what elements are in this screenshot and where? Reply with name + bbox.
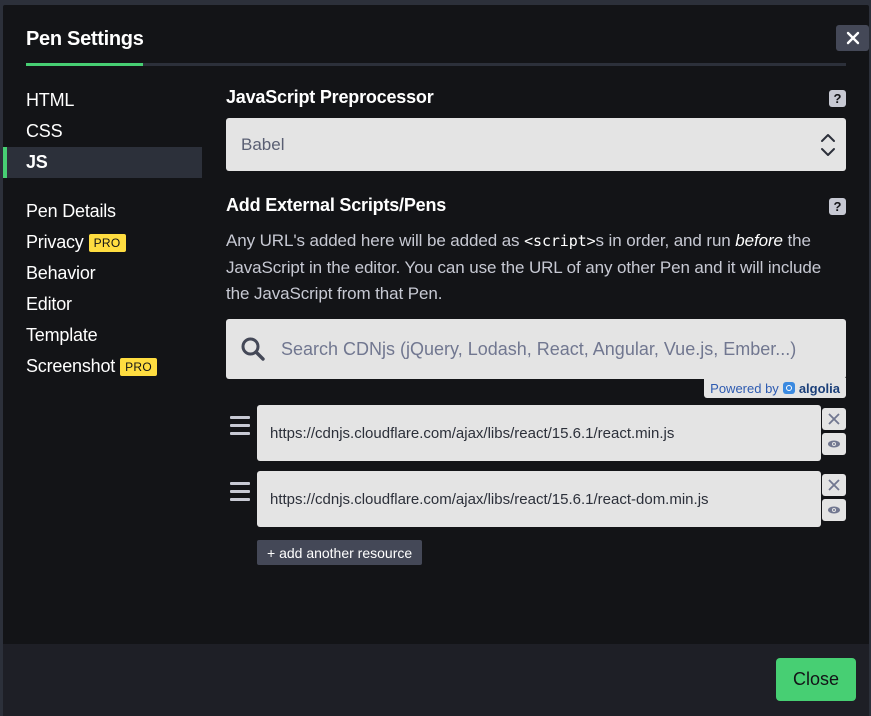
sidebar-item-privacy[interactable]: Privacy PRO — [3, 227, 202, 258]
sidebar-item-behavior[interactable]: Behavior — [3, 258, 202, 289]
title-underline — [26, 63, 143, 66]
select-arrows-icon — [821, 134, 835, 156]
sidebar-item-pen-details[interactable]: Pen Details — [3, 196, 202, 227]
preprocessor-select[interactable]: Babel — [226, 118, 846, 171]
sidebar-item-css[interactable]: CSS — [3, 116, 202, 147]
resource-url-input[interactable] — [257, 405, 821, 461]
preprocessor-heading: JavaScript Preprocessor — [226, 87, 434, 107]
powered-by-label: Powered by — [710, 380, 779, 396]
view-resource-button[interactable] — [822, 433, 846, 455]
drag-handle-icon[interactable] — [230, 482, 250, 504]
close-modal-button[interactable] — [836, 25, 869, 51]
pro-badge: PRO — [88, 233, 126, 252]
pro-badge: PRO — [120, 357, 157, 376]
sidebar-item-label: Privacy — [26, 232, 84, 252]
help-icon[interactable]: ? — [829, 198, 846, 215]
resource-url-input[interactable] — [257, 471, 821, 527]
algolia-logo-icon — [782, 382, 795, 394]
resource-row — [226, 471, 846, 527]
close-icon — [846, 31, 859, 45]
eye-icon — [828, 506, 840, 514]
add-resource-button[interactable]: + add another resource — [257, 540, 423, 565]
sidebar-item-js[interactable]: JS — [3, 147, 202, 178]
help-icon[interactable]: ? — [829, 90, 846, 107]
sidebar-item-html[interactable]: HTML — [3, 85, 202, 116]
settings-sidebar: HTML CSS JS Pen Details Privacy PRO Beha… — [3, 85, 202, 382]
algolia-brand: algolia — [798, 380, 840, 396]
description-text: s in order, and run — [595, 231, 736, 250]
drag-handle-icon[interactable] — [230, 416, 250, 438]
sidebar-item-editor[interactable]: Editor — [3, 289, 202, 320]
sidebar-item-label: Screenshot — [26, 356, 116, 376]
sidebar-item-template[interactable]: Template — [3, 320, 202, 351]
sidebar-item-label: Pen Details — [26, 201, 116, 221]
external-scripts-heading: Add External Scripts/Pens — [226, 195, 447, 215]
remove-resource-button[interactable] — [822, 474, 846, 496]
close-button[interactable]: Close — [776, 658, 856, 701]
pen-settings-modal: Pen Settings HTML CSS JS Pen Details Pri… — [3, 5, 869, 716]
sidebar-item-label: Behavior — [26, 263, 96, 283]
sidebar-item-label: CSS — [26, 121, 63, 141]
modal-title: Pen Settings — [26, 28, 144, 50]
sidebar-item-label: Template — [26, 325, 98, 345]
cdnjs-search-box — [226, 319, 846, 379]
resource-row — [226, 405, 846, 461]
sidebar-item-label: JS — [26, 152, 48, 172]
close-icon — [828, 413, 840, 425]
modal-header: Pen Settings — [26, 5, 869, 66]
cdnjs-search-input[interactable] — [281, 319, 836, 379]
description-emphasis: before — [735, 231, 783, 250]
view-resource-button[interactable] — [822, 499, 846, 521]
preprocessor-value: Babel — [241, 134, 285, 154]
close-icon — [828, 479, 840, 491]
powered-by-algolia[interactable]: Powered by algolia — [704, 378, 846, 398]
search-icon — [241, 337, 265, 361]
modal-footer: Close — [3, 644, 869, 716]
sidebar-item-label: Editor — [26, 294, 72, 314]
description-text: Any URL's added here will be added as — [226, 231, 525, 250]
sidebar-item-screenshot[interactable]: Screenshot PRO — [3, 351, 202, 382]
eye-icon — [828, 440, 840, 448]
script-tag-code: <script> — [524, 232, 596, 250]
remove-resource-button[interactable] — [822, 408, 846, 430]
external-scripts-description: Any URL's added here will be added as <s… — [226, 228, 846, 308]
sidebar-item-label: HTML — [26, 90, 75, 110]
